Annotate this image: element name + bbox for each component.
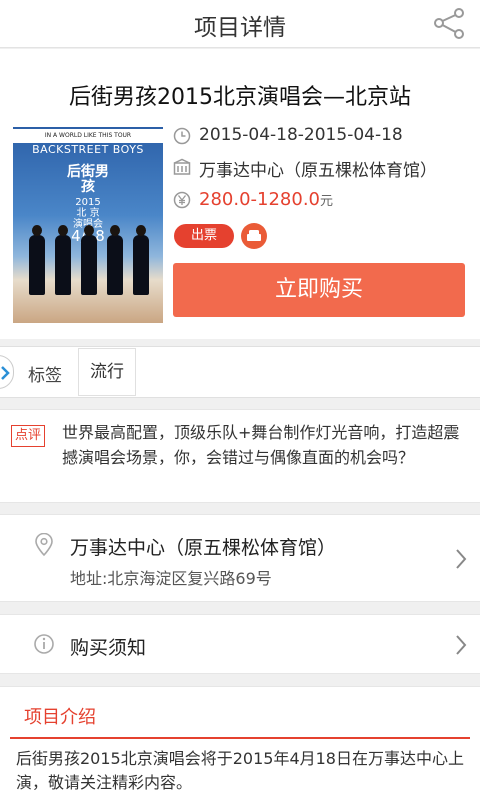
poster-city: 北 京	[76, 208, 100, 219]
venue-address: 地址:北京海淀区复兴路69号	[70, 569, 272, 588]
share-icon[interactable]	[432, 6, 466, 40]
price-unit: 元	[320, 194, 334, 209]
price-text: 280.0-1280.0元	[199, 189, 333, 210]
review-label: 点评	[11, 425, 46, 447]
poster-tagline-bar: IN A WORLD LIKE THIS TOUR	[13, 129, 163, 143]
info-icon	[34, 634, 54, 654]
yen-icon	[173, 191, 191, 209]
intro-section: 项目介绍 后街男孩2015北京演唱会将于2015年4月18日在万事达中心上演，敬…	[0, 686, 480, 800]
venue-section[interactable]: 万事达中心（原五棵松体育馆） 地址:北京海淀区复兴路69号	[0, 514, 480, 602]
poster-figure	[107, 225, 123, 295]
building-icon	[173, 158, 191, 175]
review-text: 世界最高配置，顶级乐队+舞台制作灯光音响，打造超震撼演唱会场景，你，会错过与偶像…	[62, 423, 460, 467]
intro-text: 后街男孩2015北京演唱会将于2015年4月18日在万事达中心上演，敬请关注精彩…	[16, 749, 464, 792]
poster-figure	[81, 225, 97, 295]
chevron-right-icon	[1, 366, 10, 380]
buy-now-button[interactable]: 立即购买	[173, 263, 465, 317]
poster-cn-name: 后街男孩	[67, 164, 109, 195]
location-pin-icon	[35, 533, 53, 557]
poster-figure	[29, 225, 45, 295]
event-title: 后街男孩2015北京演唱会—北京站	[69, 85, 411, 110]
ticketing-badge: 出票	[174, 224, 234, 248]
tags-section: 标签 流行	[0, 346, 480, 398]
poster-band: BACKSTREET BOYS	[32, 143, 144, 156]
event-price: 280.0-1280.0	[199, 189, 321, 210]
intro-heading: 项目介绍	[24, 707, 96, 728]
event-venue: 万事达中心（原五棵松体育馆）	[199, 161, 437, 181]
tag-chip[interactable]: 流行	[78, 348, 136, 396]
poster-year: 2015	[75, 197, 101, 208]
event-poster[interactable]: IN A WORLD LIKE THIS TOUR BACKSTREET BOY…	[13, 127, 163, 323]
purchase-notice-label: 购买须知	[70, 637, 147, 659]
app-header: 项目详情	[0, 0, 480, 48]
poster-figure	[133, 225, 149, 295]
armchair-icon	[247, 230, 261, 241]
poster-tagline: IN A WORLD LIKE THIS TOUR	[44, 132, 132, 139]
tags-label: 标签	[28, 366, 62, 386]
clock-icon	[173, 127, 191, 145]
intro-tab[interactable]: 项目介绍	[10, 687, 470, 739]
seat-icon	[241, 223, 267, 249]
purchase-notice-row[interactable]: 购买须知	[0, 614, 480, 674]
event-date: 2015-04-18-2015-04-18	[199, 125, 403, 145]
venue-name: 万事达中心（原五棵松体育馆）	[70, 537, 337, 559]
poster-figure	[55, 225, 71, 295]
side-drawer-tab[interactable]	[0, 355, 14, 389]
chevron-right-icon	[456, 635, 467, 655]
review-section: 点评 世界最高配置，顶级乐队+舞台制作灯光音响，打造超震撼演唱会场景，你，会错过…	[0, 409, 480, 503]
chevron-right-icon	[456, 549, 467, 569]
event-card: 后街男孩2015北京演唱会—北京站 IN A WORLD LIKE THIS T…	[0, 49, 480, 339]
page-title: 项目详情	[194, 15, 286, 41]
